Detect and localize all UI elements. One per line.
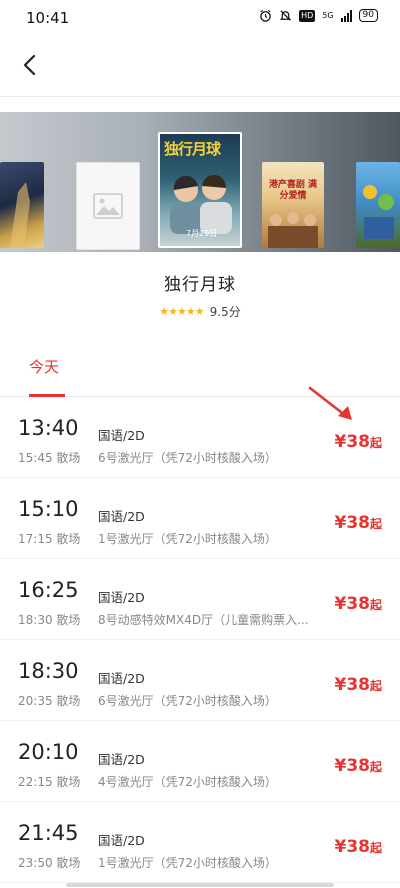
rating-score: 9.5分 <box>209 305 241 319</box>
status-icons: HD 5G 90 <box>259 9 378 22</box>
hall-name: 1号激光厅（凭72小时核酸入场） <box>98 532 277 546</box>
price-suffix: 起 <box>369 598 382 612</box>
start-time: 15:10 <box>18 497 79 521</box>
nav-bar <box>0 36 400 97</box>
poster-far-right[interactable] <box>356 162 400 248</box>
price-amount: ¥38 <box>334 675 370 695</box>
price: ¥38起 <box>334 675 382 695</box>
price-amount: ¥38 <box>334 513 370 533</box>
star-rating-icon: ★★★★★ <box>159 305 204 318</box>
showtime-row[interactable]: 21:45 23:50 散场 国语/2D 1号激光厅（凭72小时核酸入场） ¥3… <box>0 802 400 883</box>
home-indicator <box>66 883 334 887</box>
start-time: 18:30 <box>18 659 79 683</box>
end-time: 18:30 散场 <box>18 613 81 627</box>
price: ¥38起 <box>334 756 382 776</box>
battery-icon: 90 <box>358 9 378 22</box>
price-suffix: 起 <box>369 436 382 450</box>
price: ¥38起 <box>334 594 382 614</box>
poster-right-title-text: 港产喜剧 满分爱情 <box>268 180 318 201</box>
price-amount: ¥38 <box>334 756 370 776</box>
language-format: 国语/2D <box>98 752 145 767</box>
showtime-row[interactable]: 18:30 20:35 散场 国语/2D 6号激光厅（凭72小时核酸入场） ¥3… <box>0 640 400 721</box>
start-time: 20:10 <box>18 740 79 764</box>
network-label: 5G <box>322 11 334 20</box>
poster-left[interactable] <box>0 162 44 248</box>
price: ¥38起 <box>334 432 382 452</box>
showtime-row[interactable]: 16:25 18:30 散场 国语/2D 8号动感特效MX4D厅（儿童需购票入.… <box>0 559 400 640</box>
back-button[interactable] <box>14 50 44 80</box>
price-amount: ¥38 <box>334 837 370 857</box>
end-time: 23:50 散场 <box>18 856 81 870</box>
poster-date-text: 7月29日 <box>186 229 218 238</box>
signal-icon <box>340 9 352 22</box>
price-suffix: 起 <box>369 841 382 855</box>
start-time: 13:40 <box>18 416 79 440</box>
poster-actors-art <box>170 174 232 234</box>
language-format: 国语/2D <box>98 833 145 848</box>
hall-name: 8号动感特效MX4D厅（儿童需购票入... <box>98 613 309 627</box>
end-time: 17:15 散场 <box>18 532 81 546</box>
hall-name: 6号激光厅（凭72小时核酸入场） <box>98 694 277 708</box>
mute-bell-icon <box>279 10 292 21</box>
status-bar: 10:41 HD 5G 90 <box>0 0 400 36</box>
language-format: 国语/2D <box>98 671 145 686</box>
showtime-row[interactable]: 20:10 22:15 散场 国语/2D 4号激光厅（凭72小时核酸入场） ¥3… <box>0 721 400 802</box>
status-time: 10:41 <box>26 9 70 27</box>
back-arrow-icon <box>23 54 36 76</box>
hall-name: 1号激光厅（凭72小时核酸入场） <box>98 856 277 870</box>
language-format: 国语/2D <box>98 590 145 605</box>
end-time: 22:15 散场 <box>18 775 81 789</box>
price: ¥38起 <box>334 837 382 857</box>
price-amount: ¥38 <box>334 432 370 452</box>
price-amount: ¥38 <box>334 594 370 614</box>
alarm-icon <box>260 9 271 22</box>
tab-today[interactable]: 今天 <box>29 356 59 377</box>
hall-name: 4号激光厅（凭72小时核酸入场） <box>98 775 277 789</box>
price-suffix: 起 <box>369 517 382 531</box>
hall-name: 6号激光厅（凭72小时核酸入场） <box>98 451 277 465</box>
image-placeholder-icon <box>93 193 123 219</box>
movie-title: 独行月球 <box>164 275 236 295</box>
start-time: 21:45 <box>18 821 79 845</box>
poster-right[interactable]: 港产喜剧 满分爱情 <box>262 162 324 248</box>
annotation-arrow-icon <box>308 386 352 420</box>
poster-selected[interactable]: 独行月球 7月29日 <box>158 132 242 248</box>
poster-toys-art <box>363 185 394 239</box>
price-suffix: 起 <box>369 760 382 774</box>
rating-row: ★★★★★ 9.5分 <box>0 303 400 320</box>
end-time: 20:35 散场 <box>18 694 81 708</box>
language-format: 国语/2D <box>98 428 145 443</box>
poster-right-figures-art <box>268 212 318 248</box>
showtime-list: 13:40 15:45 散场 国语/2D 6号激光厅（凭72小时核酸入场） ¥3… <box>0 397 400 883</box>
language-format: 国语/2D <box>98 509 145 524</box>
hd-icon: HD <box>299 9 316 22</box>
price: ¥38起 <box>334 513 382 533</box>
poster-placeholder[interactable] <box>76 162 140 250</box>
poster-figure-art <box>10 182 30 248</box>
start-time: 16:25 <box>18 578 79 602</box>
price-suffix: 起 <box>369 679 382 693</box>
battery-level: 90 <box>362 10 374 20</box>
end-time: 15:45 散场 <box>18 451 81 465</box>
poster-title-text: 独行月球 <box>164 140 221 158</box>
poster-carousel[interactable]: 独行月球 7月29日 港产喜剧 满分爱情 <box>0 112 400 252</box>
showtime-row[interactable]: 15:10 17:15 散场 国语/2D 1号激光厅（凭72小时核酸入场） ¥3… <box>0 478 400 559</box>
